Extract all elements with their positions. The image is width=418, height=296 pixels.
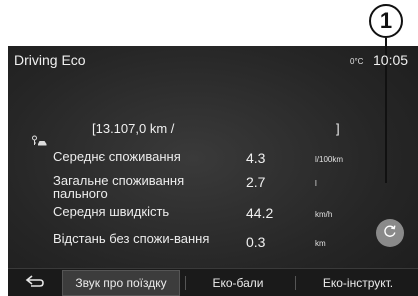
tab-eco-instructor[interactable]: Еко-інструкт. [304,269,412,296]
stat-unit: km/h [315,210,333,219]
screen-title: Driving Eco [14,52,86,68]
tab-divider [295,276,296,290]
trip-distance-end: ] [336,121,340,136]
back-button[interactable] [10,269,60,296]
stat-value: 44.2 [246,205,274,221]
stat-value: 0.3 [246,234,266,250]
stat-unit: l/100km [315,155,344,164]
reset-icon [382,223,398,244]
bottom-tab-bar: Звук про поїздку Еко-бали Еко-інструкт. [8,268,418,296]
temperature: 0°C [350,57,364,66]
callout-marker: 1 [369,4,403,38]
driving-eco-screen: Driving Eco 0°C 10:05 [13.107,0 km / ] С… [8,46,418,296]
stat-label: Відстань без спожи-вання [53,231,210,246]
tab-divider [185,276,186,290]
stat-label: Середня швидкість [53,204,170,219]
stat-value: 4.3 [246,150,266,166]
callout-header: 1 [0,0,418,46]
back-arrow-icon [25,274,45,293]
stat-unit: l [315,179,317,188]
trip-distance: [13.107,0 km / [92,121,175,136]
tab-trip-sound[interactable]: Звук про поїздку [62,270,180,296]
stat-label: Загальне споживання пального [53,173,185,201]
stat-unit: km [315,239,326,248]
stat-value: 2.7 [246,174,266,190]
clock: 10:05 [373,52,409,68]
stat-label: Середнє споживання [53,149,181,164]
reset-button[interactable] [376,219,404,247]
tab-eco-points[interactable]: Еко-бали [188,269,288,296]
key-car-icon [32,134,48,146]
